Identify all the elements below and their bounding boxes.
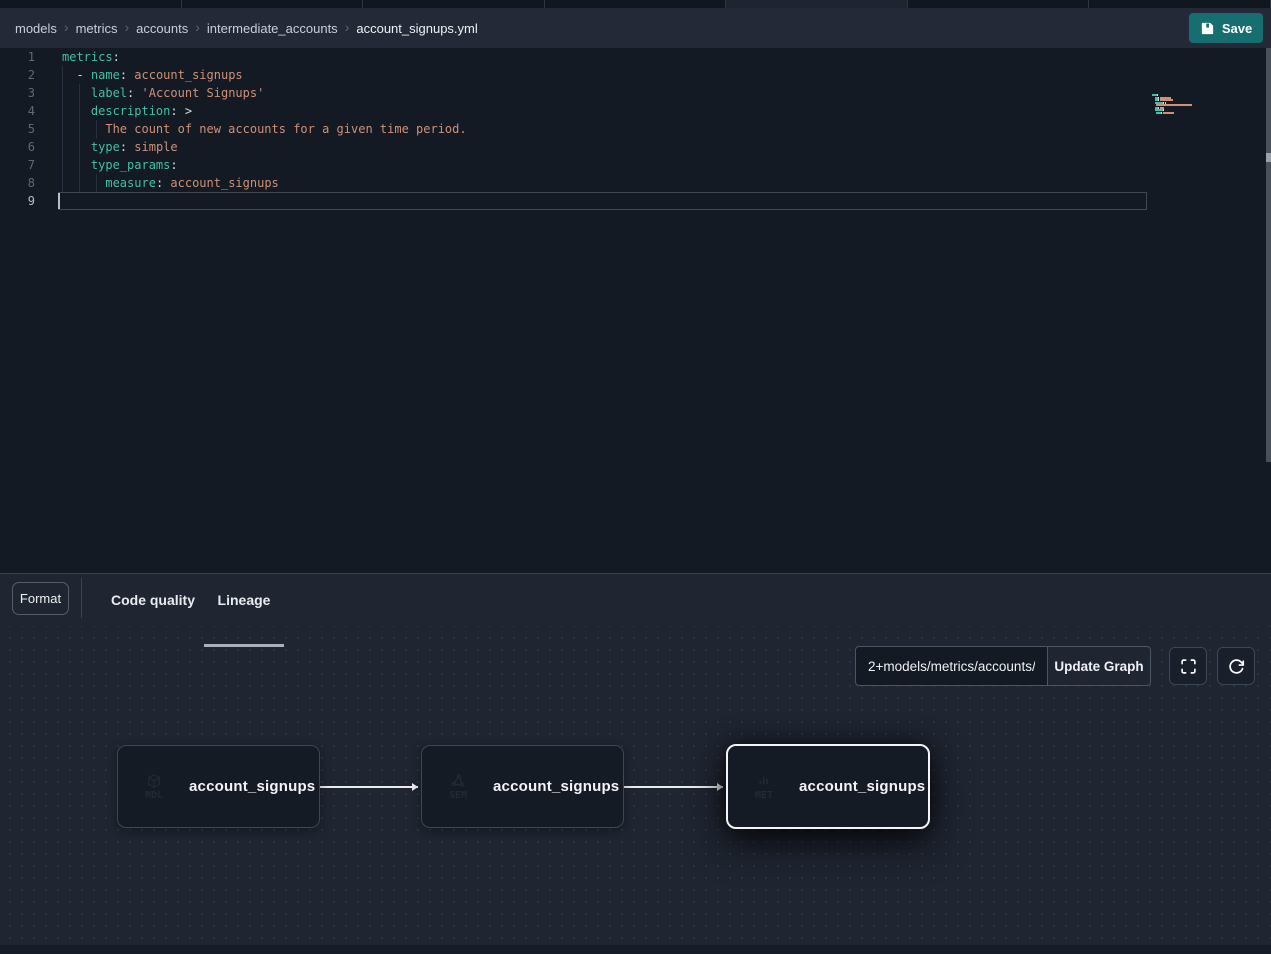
window-tab[interactable] <box>363 0 545 8</box>
line-number: 9 <box>0 192 35 210</box>
format-button[interactable]: Format <box>12 582 69 615</box>
code-text: measure: account_signups <box>62 174 279 192</box>
fullscreen-icon <box>1180 658 1197 675</box>
model-cube-icon <box>146 773 162 789</box>
edge-arrow <box>412 783 418 791</box>
line-number: 4 <box>0 102 35 120</box>
editor-scrollbar[interactable] <box>1266 48 1271 462</box>
code-text: description: > <box>62 102 192 120</box>
code-line[interactable]: 3 label: 'Account Signups' <box>0 84 1271 102</box>
tab-lineage-label: Lineage <box>218 592 271 608</box>
window-tab[interactable] <box>726 0 908 8</box>
lineage-edge <box>624 786 723 788</box>
code-text: type: simple <box>62 138 178 156</box>
node-label: account_signups <box>493 778 619 795</box>
lineage-selector-input[interactable] <box>855 646 1047 686</box>
breadcrumb-separator-icon: › <box>124 20 129 34</box>
bottom-panel: Format Code quality Lineage Update Graph <box>0 573 1271 954</box>
panel-tab-bar: Format Code quality Lineage <box>0 574 1271 626</box>
line-number: 3 <box>0 84 35 102</box>
breadcrumb-item[interactable]: metrics <box>76 21 118 36</box>
current-line-highlight <box>58 192 1147 210</box>
window-tab[interactable] <box>182 0 364 8</box>
refresh-icon <box>1228 658 1245 675</box>
scrollbar-marker <box>1266 153 1271 162</box>
update-graph-button[interactable]: Update Graph <box>1047 646 1151 686</box>
code-editor[interactable]: 1metrics:2 - name: account_signups3 labe… <box>0 48 1271 573</box>
breadcrumb-item[interactable]: account_signups.yml <box>356 21 477 36</box>
breadcrumb-separator-icon: › <box>64 20 69 34</box>
tab-code-quality[interactable]: Code quality <box>105 574 201 626</box>
line-number: 7 <box>0 156 35 174</box>
line-number: 1 <box>0 48 35 66</box>
semantic-badge: SEM <box>438 767 478 807</box>
lineage-node-model[interactable]: MDL account_signups <box>117 745 320 828</box>
breadcrumb[interactable]: models › metrics › accounts › intermediate_acc… <box>0 21 478 36</box>
window-tab[interactable] <box>545 0 727 8</box>
code-line[interactable]: 8 measure: account_signups <box>0 174 1271 192</box>
bottom-edge-strip <box>0 945 1271 954</box>
line-number: 6 <box>0 138 35 156</box>
badge-label: MET <box>755 791 773 801</box>
code-text: label: 'Account Signups' <box>62 84 264 102</box>
code-line[interactable]: 1 metrics: <box>0 48 1271 66</box>
breadcrumb-separator-icon: › <box>345 20 350 34</box>
refresh-button[interactable] <box>1217 647 1255 685</box>
line-number: 5 <box>0 120 35 138</box>
model-badge: MDL <box>134 767 174 807</box>
code-line[interactable]: 7 type_params: <box>0 156 1271 174</box>
tab-code-quality-label: Code quality <box>111 592 195 608</box>
breadcrumb-item[interactable]: accounts <box>136 21 188 36</box>
metric-chart-icon <box>756 773 772 789</box>
badge-label: MDL <box>145 791 163 801</box>
edge-arrow <box>717 783 723 791</box>
save-button[interactable]: Save <box>1189 13 1263 43</box>
app-window: models › metrics › accounts › intermediate_acc… <box>0 0 1271 954</box>
breadcrumb-item[interactable]: models <box>15 21 57 36</box>
lineage-selector-group: Update Graph <box>855 646 1151 686</box>
tab-divider <box>81 578 82 618</box>
window-tab[interactable] <box>1089 0 1271 8</box>
lineage-node-semantic-model[interactable]: SEM account_signups <box>421 745 624 828</box>
metric-badge: MET <box>744 767 784 807</box>
header-bar: models › metrics › accounts › intermediate_acc… <box>0 8 1271 48</box>
breadcrumb-separator-icon: › <box>195 20 200 34</box>
code-text: metrics: <box>62 48 120 66</box>
tab-lineage[interactable]: Lineage <box>204 574 284 626</box>
semantic-graph-icon <box>450 773 466 789</box>
code-line[interactable]: 4 description: > <box>0 102 1271 120</box>
lineage-canvas[interactable]: Update Graph <box>0 626 1271 954</box>
save-label: Save <box>1222 21 1252 36</box>
code-line[interactable]: 6 type: simple <box>0 138 1271 156</box>
badge-label: SEM <box>449 791 467 801</box>
minimap-line <box>1152 114 1210 116</box>
window-tab-strip[interactable] <box>0 0 1271 8</box>
code-text: The count of new accounts for a given ti… <box>62 120 467 138</box>
node-label: account_signups <box>799 778 925 795</box>
code-line[interactable]: 5 The count of new accounts for a given … <box>0 120 1271 138</box>
breadcrumb-item[interactable]: intermediate_accounts <box>207 21 338 36</box>
code-line[interactable]: 2 - name: account_signups <box>0 66 1271 84</box>
code-text: type_params: <box>62 156 178 174</box>
window-tab[interactable] <box>908 0 1090 8</box>
lineage-node-metric[interactable]: MET account_signups <box>726 744 930 829</box>
window-tab[interactable] <box>0 0 182 8</box>
save-icon <box>1200 21 1215 36</box>
code-text: - name: account_signups <box>62 66 243 84</box>
line-number: 8 <box>0 174 35 192</box>
text-cursor <box>58 193 60 209</box>
line-number: 2 <box>0 66 35 84</box>
lineage-edge <box>320 786 418 788</box>
code-lines: 1metrics:2 - name: account_signups3 labe… <box>0 48 1271 210</box>
minimap[interactable] <box>1152 94 1210 117</box>
fullscreen-button[interactable] <box>1169 647 1207 685</box>
node-label: account_signups <box>189 778 315 795</box>
